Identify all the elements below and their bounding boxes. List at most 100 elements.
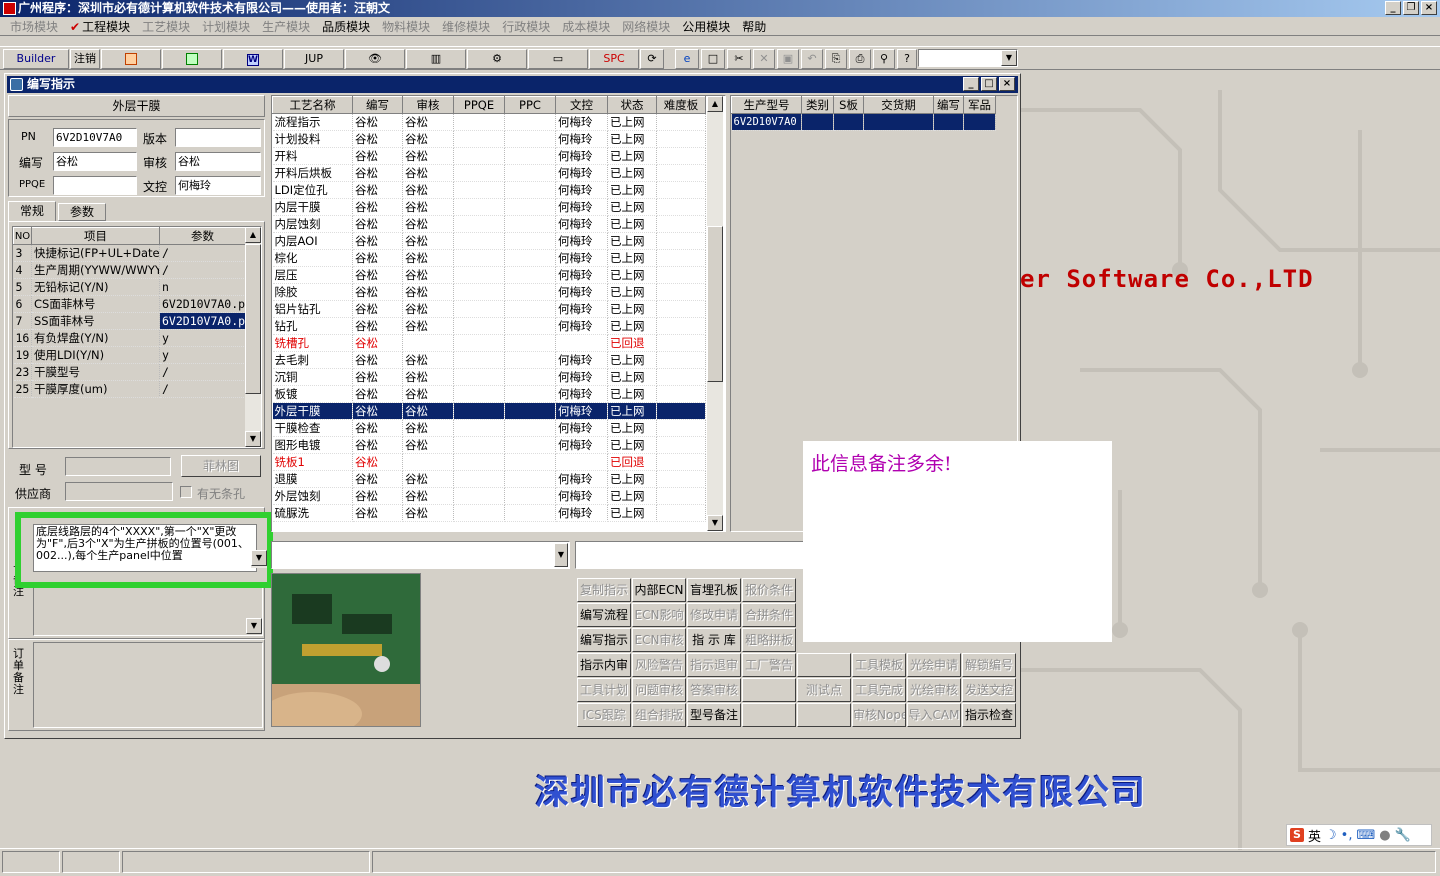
params-cell-item[interactable]: 使用LDI(Y/N) <box>31 346 160 364</box>
process-cell-difficulty[interactable] <box>656 470 706 488</box>
model-col-0[interactable]: 生产型号 <box>731 96 802 114</box>
process-cell-writer[interactable]: 谷松 <box>352 351 403 369</box>
process-cell-reviewer[interactable]: 谷松 <box>402 300 454 318</box>
process-cell-doc[interactable]: 何梅玲 <box>555 487 608 505</box>
process-col-1[interactable]: 编写 <box>352 96 403 114</box>
process-cell-doc[interactable]: 何梅玲 <box>555 402 608 420</box>
action-button-15[interactable]: 工厂警告 <box>742 653 796 677</box>
process-cell-ppc[interactable] <box>504 436 556 454</box>
params-cell-item[interactable]: 生产周期(YYWW/WWYY) <box>31 261 160 279</box>
process-cell-doc[interactable] <box>555 334 608 352</box>
process-cell-ppc[interactable] <box>504 504 556 522</box>
process-cell-doc[interactable]: 何梅玲 <box>555 385 608 403</box>
process-cell-ppqe[interactable] <box>453 266 505 284</box>
model-col-4[interactable]: 编写 <box>933 96 964 114</box>
params-row[interactable]: 4 生产周期(YYWW/WWYY) / <box>13 261 246 279</box>
window-minimize-button[interactable]: _ <box>963 77 979 91</box>
process-cell-status[interactable]: 已上网 <box>607 351 657 369</box>
ime-mode-label[interactable]: 英 <box>1308 826 1321 845</box>
process-cell-writer[interactable]: 谷松 <box>352 368 403 386</box>
process-row[interactable]: 沉铜 谷松 谷松 何梅玲 已上网 <box>272 368 706 386</box>
process-cell-doc[interactable]: 何梅玲 <box>555 215 608 233</box>
process-cell-writer[interactable]: 谷松 <box>352 215 403 233</box>
process-cell-difficulty[interactable] <box>656 215 706 233</box>
process-cell-ppc[interactable] <box>504 198 556 216</box>
process-cell-ppqe[interactable] <box>453 283 505 301</box>
menu-item-7[interactable]: 维修模块 <box>436 18 496 35</box>
process-cell-doc[interactable]: 何梅玲 <box>555 249 608 267</box>
process-cell-status[interactable]: 已上网 <box>607 181 657 199</box>
process-cell-difficulty[interactable] <box>656 181 706 199</box>
supplier-field[interactable] <box>65 482 173 501</box>
scroll-down-icon[interactable]: ▼ <box>707 515 723 531</box>
action-button-right-0[interactable] <box>797 653 851 677</box>
params-cell-value[interactable]: / <box>159 380 246 398</box>
process-cell-ppc[interactable] <box>504 317 556 335</box>
action-button-11[interactable]: 粗略拼板 <box>742 628 796 652</box>
process-cell-status[interactable]: 已上网 <box>607 232 657 250</box>
print-icon[interactable]: ⎙ <box>849 49 871 69</box>
process-cell-name[interactable]: 开料 <box>272 147 353 165</box>
model-col-3[interactable]: 交货期 <box>863 96 934 114</box>
process-cell-name[interactable]: 外层干膜 <box>272 402 353 420</box>
process-cell-ppqe[interactable] <box>453 181 505 199</box>
process-cell-reviewer[interactable]: 谷松 <box>402 317 454 335</box>
process-cell-status[interactable]: 已上网 <box>607 215 657 233</box>
params-cell-item[interactable]: 无铅标记(Y/N) <box>31 278 160 296</box>
params-row[interactable]: 16 有负焊盘(Y/N) y <box>13 329 246 347</box>
model-col-5[interactable]: 军品 <box>963 96 996 114</box>
process-cell-status[interactable]: 已上网 <box>607 368 657 386</box>
chevron-down-icon[interactable]: ▼ <box>554 543 568 567</box>
process-cell-ppc[interactable] <box>504 385 556 403</box>
action-button-5[interactable]: ECN影响 <box>632 603 686 627</box>
process-cell-doc[interactable]: 何梅玲 <box>555 181 608 199</box>
params-row[interactable]: 3 快捷标记(FP+UL+DateC / <box>13 244 246 262</box>
menu-item-5[interactable]: 品质模块 <box>316 18 376 35</box>
process-cell-ppqe[interactable] <box>453 487 505 505</box>
process-cell-ppc[interactable] <box>504 266 556 284</box>
process-cell-status[interactable]: 已上网 <box>607 419 657 437</box>
params-cell-no[interactable]: 16 <box>13 329 32 347</box>
process-cell-ppc[interactable] <box>504 300 556 318</box>
process-row[interactable]: 铣槽孔 谷松 已回退 <box>272 334 706 352</box>
menu-item-11[interactable]: 公用模块 <box>676 18 736 35</box>
scroll-down-icon[interactable]: ▼ <box>246 618 262 634</box>
process-cell-doc[interactable]: 何梅玲 <box>555 351 608 369</box>
film-image-button[interactable]: 菲林图 <box>181 455 261 477</box>
process-row[interactable]: 层压 谷松 谷松 何梅玲 已上网 <box>272 266 706 284</box>
action-button-23[interactable] <box>742 703 796 727</box>
process-cell-writer[interactable]: 谷松 <box>352 249 403 267</box>
process-cell-ppqe[interactable] <box>453 436 505 454</box>
process-cell-doc[interactable]: 何梅玲 <box>555 198 608 216</box>
process-row[interactable]: 退膜 谷松 谷松 何梅玲 已上网 <box>272 470 706 488</box>
process-cell-status[interactable]: 已上网 <box>607 113 657 131</box>
process-cell-name[interactable]: 内层蚀刻 <box>272 215 353 233</box>
process-cell-reviewer[interactable]: 谷松 <box>402 232 454 250</box>
process-row[interactable]: 钻孔 谷松 谷松 何梅玲 已上网 <box>272 317 706 335</box>
action-button-right-2[interactable]: 光绘申请 <box>907 653 961 677</box>
action-button-22[interactable]: 型号备注 <box>687 703 741 727</box>
writer-field[interactable]: 谷松 <box>53 152 137 171</box>
process-cell-ppqe[interactable] <box>453 351 505 369</box>
model-cell-due[interactable] <box>863 113 934 131</box>
menu-item-0[interactable]: 市场模块 <box>4 18 64 35</box>
user-icon[interactable]: ● <box>1379 828 1390 843</box>
action-button-right-7[interactable]: 发送文控 <box>962 678 1016 702</box>
version-field[interactable] <box>175 128 261 147</box>
menu-item-6[interactable]: 物料模块 <box>376 18 436 35</box>
process-cell-name[interactable]: 层压 <box>272 266 353 284</box>
process-cell-name[interactable]: 铝片钻孔 <box>272 300 353 318</box>
menu-item-1[interactable]: ✔ 工程模块 <box>64 18 136 35</box>
process-cell-difficulty[interactable] <box>656 283 706 301</box>
process-cell-difficulty[interactable] <box>656 164 706 182</box>
delete-icon[interactable]: ✕ <box>753 49 775 69</box>
process-cell-status[interactable]: 已上网 <box>607 130 657 148</box>
process-cell-difficulty[interactable] <box>656 130 706 148</box>
process-cell-ppc[interactable] <box>504 453 556 471</box>
params-row[interactable]: 25 干膜厚度(um) / <box>13 380 246 398</box>
find-icon[interactable]: ⚲ <box>873 49 895 69</box>
process-row[interactable]: 内层干膜 谷松 谷松 何梅玲 已上网 <box>272 198 706 216</box>
action-button-3[interactable]: 报价条件 <box>742 578 796 602</box>
process-cell-doc[interactable]: 何梅玲 <box>555 419 608 437</box>
process-cell-status[interactable]: 已上网 <box>607 300 657 318</box>
